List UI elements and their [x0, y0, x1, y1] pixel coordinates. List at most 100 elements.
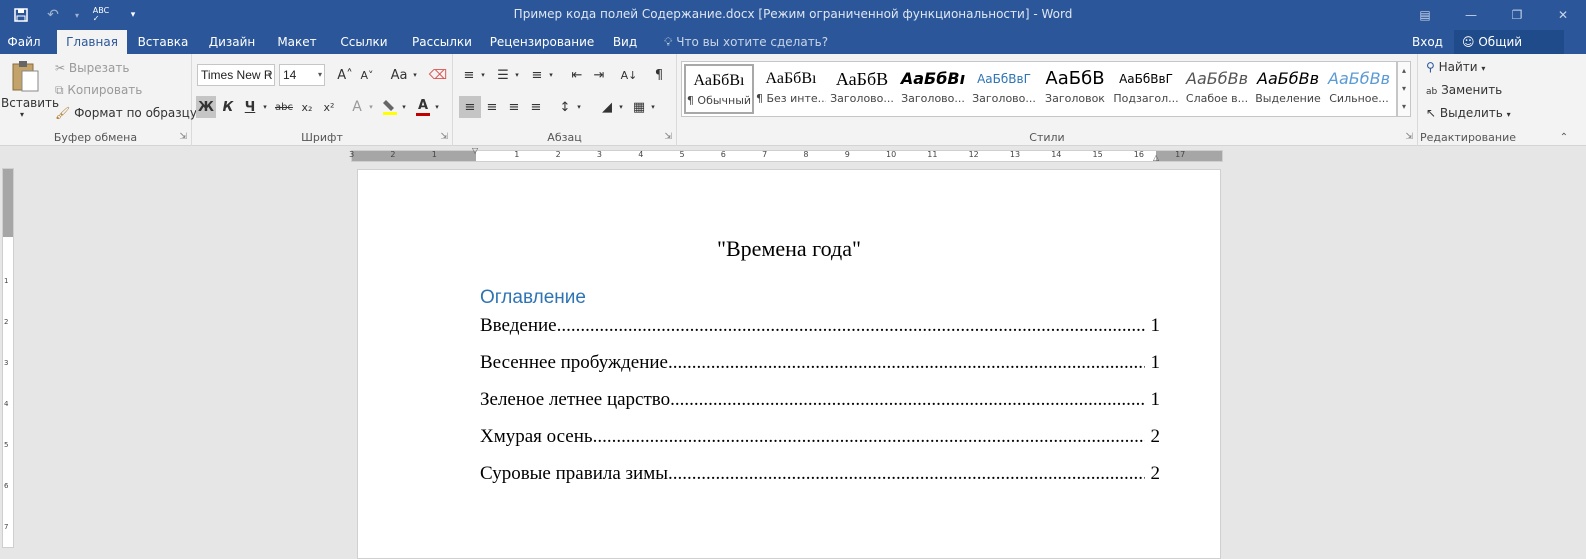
line-spacing-dropdown-icon[interactable]: ▾ [575, 100, 583, 114]
increase-indent-icon[interactable]: ⇥ [589, 64, 609, 86]
text-effects-button[interactable]: A [347, 96, 367, 118]
justify-icon[interactable]: ≡ [525, 96, 547, 118]
toc-entry-page: 1 [1150, 315, 1161, 336]
highlight-button[interactable] [380, 96, 400, 118]
toc-entry[interactable]: Введение ...............................… [480, 315, 1160, 352]
collapse-ribbon-icon[interactable]: ⌃ [1556, 130, 1572, 144]
tab-view[interactable]: Вид [605, 30, 645, 54]
superscript-button[interactable]: x² [319, 96, 339, 118]
line-spacing-icon[interactable]: ↕ [555, 96, 575, 118]
ruler-tick-label: 2 [390, 150, 396, 159]
change-case-dropdown-icon[interactable]: ▾ [410, 68, 420, 82]
sign-in-link[interactable]: Вход [1412, 30, 1443, 54]
paste-dropdown-icon[interactable]: ▾ [20, 110, 24, 119]
bullets-icon[interactable]: ≡ [459, 64, 479, 86]
font-size-value: 14 [283, 68, 297, 82]
window-title: Пример кода полей Содержание.docx [Режим… [513, 7, 1073, 21]
find-button[interactable]: ⚲ Найти ▾ [1426, 60, 1485, 74]
align-center-icon[interactable]: ≡ [481, 96, 503, 118]
text-effects-dropdown-icon[interactable]: ▾ [366, 100, 376, 114]
underline-button[interactable]: Ч [240, 96, 260, 118]
tab-home[interactable]: Главная [57, 30, 127, 54]
tab-review[interactable]: Рецензирование [489, 30, 595, 54]
cut-button[interactable]: ✂ Вырезать [55, 61, 129, 75]
select-button[interactable]: ↖ Выделить ▾ [1426, 106, 1511, 120]
align-left-icon[interactable]: ≡ [459, 96, 481, 118]
minimize-icon[interactable]: — [1448, 0, 1494, 30]
italic-button[interactable]: К [218, 96, 238, 118]
format-painter-button[interactable]: 🖌︎ Формат по образцу [55, 106, 197, 120]
clipboard-dialog-launcher-icon[interactable]: ⇲ [179, 132, 187, 142]
highlight-dropdown-icon[interactable]: ▾ [399, 100, 409, 114]
tab-file[interactable]: Файл [0, 30, 48, 54]
change-case-button[interactable]: Aa [386, 66, 412, 84]
numbering-dropdown-icon[interactable]: ▾ [513, 68, 521, 82]
ribbon-display-options-icon[interactable]: ▤ [1402, 0, 1448, 30]
font-size-dropdown-icon[interactable]: ▾ [318, 65, 322, 85]
paste-icon[interactable] [8, 58, 42, 94]
bullets-dropdown-icon[interactable]: ▾ [479, 68, 487, 82]
font-dialog-launcher-icon[interactable]: ⇲ [440, 132, 448, 142]
share-button[interactable]: ☺ Общий доступ [1454, 30, 1564, 73]
borders-icon[interactable]: ▦ [629, 96, 649, 118]
decrease-indent-icon[interactable]: ⇤ [567, 64, 587, 86]
horizontal-ruler[interactable]: ▽ △ 3 2 1 1 2 3 4 5 6 7 8 9 10 11 12 13 14 15 16 17 [349, 146, 1223, 162]
paragraph-group-label: Абзац [547, 131, 582, 144]
multilevel-dropdown-icon[interactable]: ▾ [547, 68, 555, 82]
tab-insert[interactable]: Вставка [134, 30, 192, 54]
font-group-label: Шрифт [301, 131, 343, 144]
font-color-dropdown-icon[interactable]: ▾ [432, 100, 442, 114]
styles-dialog-launcher-icon[interactable]: ⇲ [1405, 132, 1413, 142]
paragraph-dialog-launcher-icon[interactable]: ⇲ [664, 132, 672, 142]
subscript-button[interactable]: x₂ [297, 96, 317, 118]
toc-entry[interactable]: Суровые правила зимы ...................… [480, 463, 1160, 500]
copy-button[interactable]: ⧉ Копировать [55, 83, 142, 98]
toc-heading: Оглавление [480, 287, 586, 308]
show-formatting-marks-icon[interactable]: ¶ [649, 64, 669, 86]
font-size-box[interactable]: 14 ▾ [279, 64, 325, 86]
toc-entry[interactable]: Хмурая осень ...........................… [480, 426, 1160, 463]
top-margin-shade [3, 169, 13, 237]
shading-icon[interactable]: ◢ [597, 96, 617, 118]
strikethrough-button[interactable]: abc [272, 96, 296, 118]
tab-design[interactable]: Дизайн [204, 30, 260, 54]
bold-button[interactable]: Ж [196, 96, 216, 118]
grow-font-button[interactable]: A˄ [335, 66, 355, 84]
tell-me-search[interactable]: 💡︎ Что вы хотите сделать? [664, 30, 828, 54]
tell-me-label: Что вы хотите сделать? [676, 35, 829, 49]
numbering-icon[interactable]: ☰ [493, 64, 513, 86]
restore-icon[interactable]: ❐ [1494, 0, 1540, 30]
shrink-font-button[interactable]: A˅ [357, 66, 377, 84]
clear-formatting-icon[interactable]: ⌫ [428, 66, 448, 84]
sort-icon[interactable]: A↓ [619, 64, 639, 86]
font-name-box[interactable]: Times New R ▾ [197, 64, 275, 86]
replace-button[interactable]: ab Заменить [1426, 83, 1502, 97]
tab-references[interactable]: Ссылки [334, 30, 394, 54]
borders-dropdown-icon[interactable]: ▾ [649, 100, 657, 114]
close-icon[interactable]: ✕ [1540, 0, 1586, 30]
document-page[interactable]: "Времена года" Оглавление Введение .....… [357, 169, 1221, 559]
toc-entry-page: 2 [1150, 463, 1161, 484]
toc-entry[interactable]: Зеленое летнее царство .................… [480, 389, 1160, 426]
multilevel-list-icon[interactable]: ≡ [527, 64, 547, 86]
toc-entry-page: 1 [1150, 352, 1161, 373]
tab-layout[interactable]: Макет [272, 30, 322, 54]
magnifier-icon: ⚲ [1426, 60, 1435, 74]
toc-leader: ........................................… [668, 352, 1145, 373]
ruler-tick-label: 6 [720, 150, 726, 159]
shading-dropdown-icon[interactable]: ▾ [617, 100, 625, 114]
align-right-icon[interactable]: ≡ [503, 96, 525, 118]
font-name-dropdown-icon[interactable]: ▾ [268, 65, 272, 85]
tab-mailings[interactable]: Рассылки [405, 30, 479, 54]
underline-dropdown-icon[interactable]: ▾ [260, 100, 270, 114]
font-color-button[interactable]: A [413, 96, 433, 118]
toc-entry[interactable]: Весеннее пробуждение ...................… [480, 352, 1160, 389]
ruler-tick-label: 3 [596, 150, 602, 159]
first-line-indent-marker[interactable]: ▽ [472, 146, 478, 155]
paste-label[interactable]: Вставить [1, 96, 59, 110]
select-dropdown-icon[interactable]: ▾ [1507, 110, 1511, 119]
right-indent-marker[interactable]: △ [1153, 153, 1159, 162]
vertical-ruler[interactable]: 1 2 3 4 5 6 7 [2, 168, 14, 548]
ruler-tick-label: 12 [968, 150, 979, 159]
find-dropdown-icon[interactable]: ▾ [1481, 64, 1485, 73]
